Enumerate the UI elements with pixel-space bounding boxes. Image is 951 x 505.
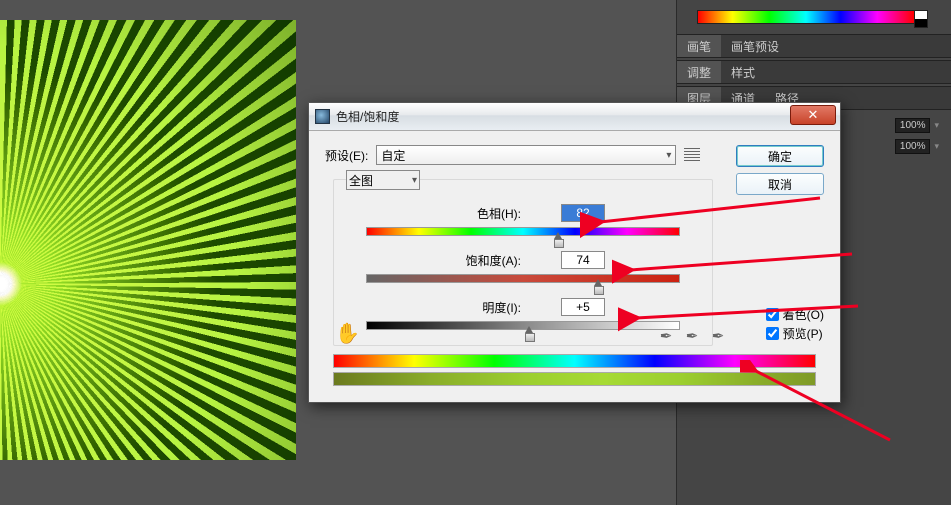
fill-value: 100% bbox=[895, 139, 931, 154]
spectrum-bar-result bbox=[333, 372, 816, 386]
preset-menu-icon[interactable] bbox=[684, 148, 700, 162]
canvas-preview bbox=[0, 20, 296, 460]
preset-label: 预设(E): bbox=[325, 147, 368, 164]
chevron-down-icon: ▾ bbox=[412, 175, 417, 186]
tab-adjust[interactable]: 调整 bbox=[677, 61, 721, 83]
lightness-slider[interactable] bbox=[366, 321, 680, 331]
saturation-slider[interactable] bbox=[366, 274, 680, 284]
cancel-button[interactable]: 取消 bbox=[736, 173, 824, 195]
scope-value: 全图 bbox=[349, 172, 373, 189]
hue-slider[interactable] bbox=[366, 227, 680, 237]
preset-select[interactable]: 自定 ▾ bbox=[376, 145, 676, 165]
chevron-down-icon: ▾ bbox=[666, 150, 671, 161]
hue-label: 色相(H): bbox=[441, 205, 521, 222]
preset-value: 自定 bbox=[381, 147, 405, 164]
app-icon bbox=[315, 109, 330, 124]
hue-input[interactable] bbox=[561, 204, 605, 222]
colorize-checkbox[interactable] bbox=[766, 308, 779, 321]
tab-brush[interactable]: 画笔 bbox=[677, 35, 721, 57]
tab-style[interactable]: 样式 bbox=[721, 61, 765, 83]
dialog-titlebar[interactable]: 色相/饱和度 ✕ bbox=[309, 103, 840, 131]
hand-scrubber-icon[interactable]: ✋ bbox=[335, 321, 360, 346]
color-spectrum-strip[interactable] bbox=[697, 10, 915, 24]
opacity-value: 100% bbox=[895, 118, 931, 133]
brush-panel-tabs: 画笔 画笔预设 bbox=[677, 34, 951, 58]
colorize-label: 着色(O) bbox=[783, 306, 824, 323]
adjust-panel-tabs: 调整 样式 bbox=[677, 60, 951, 84]
eyedropper-plus-icon[interactable]: ✒ bbox=[682, 326, 702, 346]
saturation-label: 饱和度(A): bbox=[441, 252, 521, 269]
chevron-down-icon[interactable]: ▾ bbox=[934, 141, 939, 152]
dialog-title: 色相/饱和度 bbox=[336, 108, 399, 125]
saturation-input[interactable] bbox=[561, 251, 605, 269]
scope-select[interactable]: 全图 ▾ bbox=[346, 170, 420, 190]
spectrum-bar-source bbox=[333, 354, 816, 368]
artwork-starburst bbox=[0, 20, 296, 460]
close-icon: ✕ bbox=[808, 107, 819, 123]
preview-checkbox[interactable] bbox=[766, 327, 779, 340]
lightness-input[interactable] bbox=[561, 298, 605, 316]
tab-brush-preset[interactable]: 画笔预设 bbox=[721, 35, 789, 57]
eyedropper-minus-icon[interactable]: ✒ bbox=[708, 326, 728, 346]
close-button[interactable]: ✕ bbox=[790, 105, 836, 125]
eyedropper-icon[interactable]: ✒ bbox=[656, 326, 676, 346]
ok-button[interactable]: 确定 bbox=[736, 145, 824, 167]
chevron-down-icon[interactable]: ▾ bbox=[934, 120, 939, 131]
preview-label: 预览(P) bbox=[783, 325, 823, 342]
slider-group: 全图 ▾ 色相(H): 饱和度(A): bbox=[333, 179, 713, 346]
lightness-label: 明度(I): bbox=[441, 299, 521, 316]
hue-saturation-dialog: 色相/饱和度 ✕ 预设(E): 自定 ▾ 确定 取消 全图 ▾ 色相(H): bbox=[308, 102, 841, 403]
